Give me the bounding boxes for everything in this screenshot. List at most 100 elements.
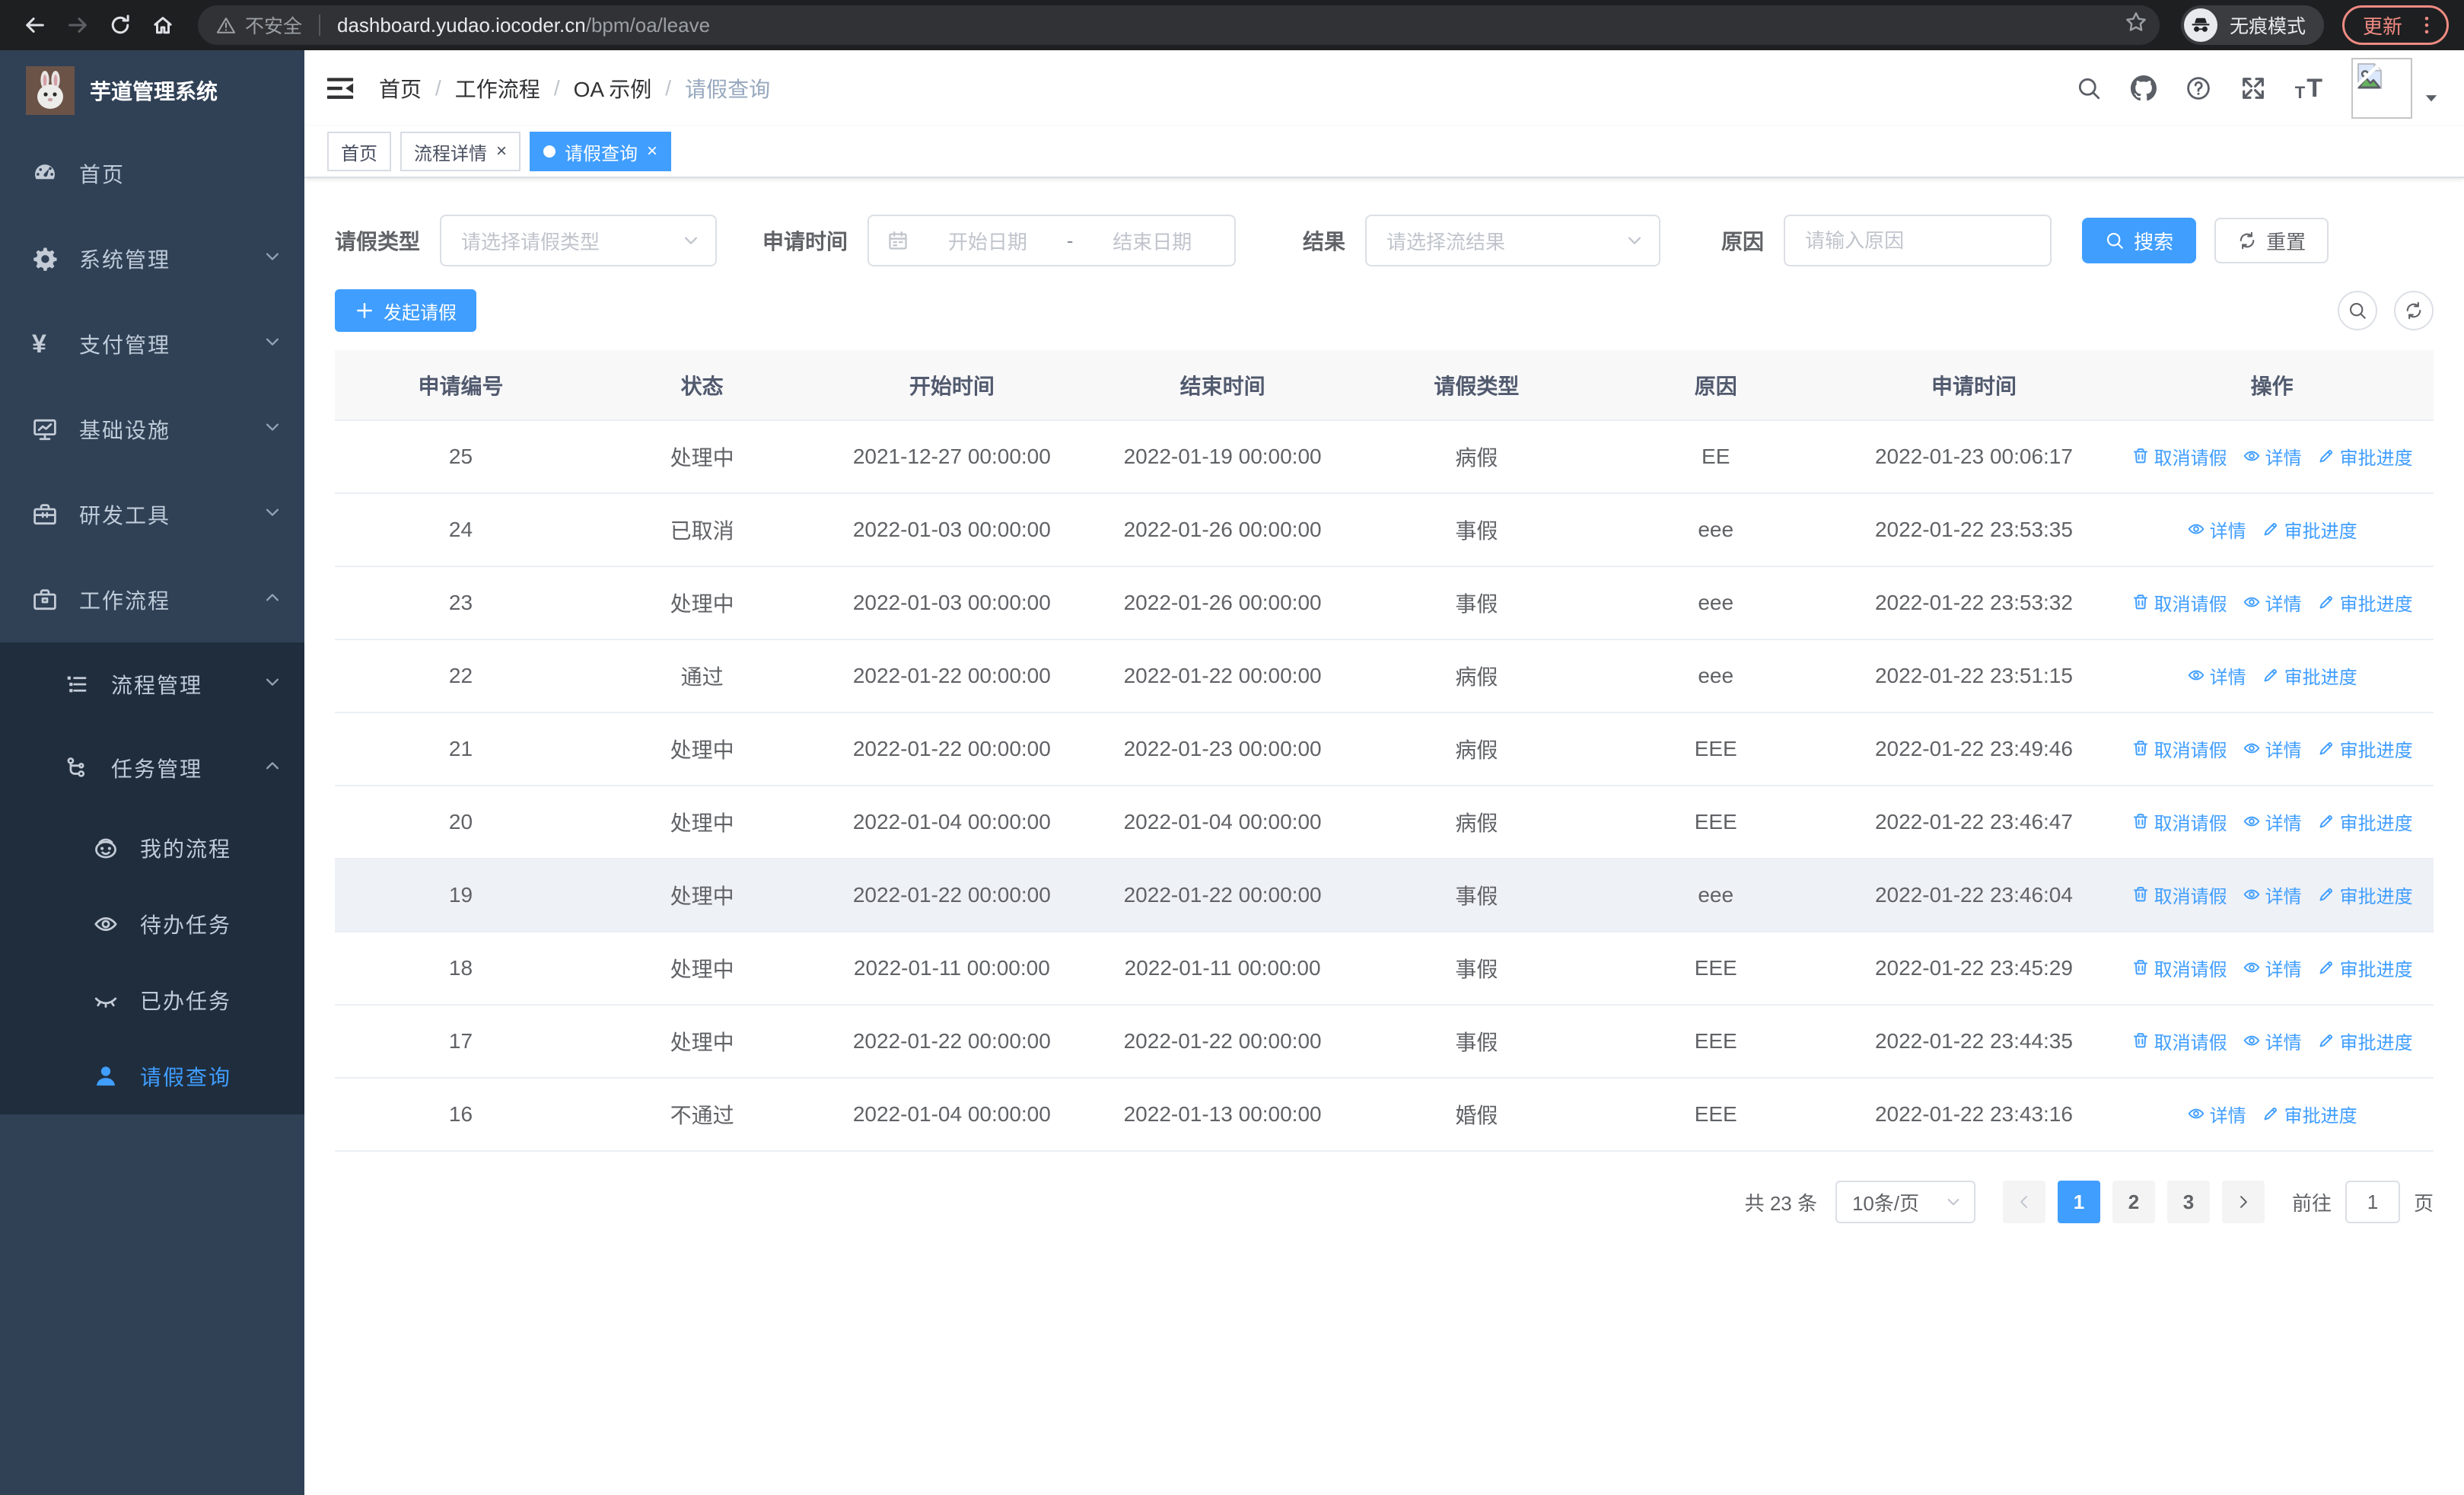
view-icon bbox=[2243, 958, 2261, 977]
table-cell: EEE bbox=[1593, 932, 1838, 1006]
action-progress[interactable]: 审批进度 bbox=[2317, 589, 2413, 616]
page-buttons: 123 bbox=[1997, 1181, 2271, 1223]
sidebar-item[interactable]: 研发工具 bbox=[0, 472, 304, 557]
reset-button[interactable]: 重置 bbox=[2214, 218, 2329, 263]
app-logo-row[interactable]: 芋道管理系统 bbox=[0, 50, 304, 131]
page-number-button[interactable]: 1 bbox=[2057, 1181, 2100, 1223]
table-cell: 处理中 bbox=[586, 566, 818, 640]
create-leave-button[interactable]: 发起请假 bbox=[335, 289, 476, 332]
breadcrumb-item[interactable]: 请假查询 bbox=[685, 73, 770, 104]
sidebar-item[interactable]: 已办任务 bbox=[0, 962, 304, 1038]
edit-icon bbox=[2317, 739, 2335, 757]
result-select[interactable]: 请选择流结果 bbox=[1365, 215, 1661, 266]
action-cancel[interactable]: 取消请假 bbox=[2131, 808, 2227, 835]
fullscreen-icon[interactable] bbox=[2240, 75, 2266, 101]
url-bar[interactable]: 不安全 dashboard.yudao.iocoder.cn/bpm/oa/le… bbox=[198, 5, 2160, 45]
action-cancel[interactable]: 取消请假 bbox=[2131, 735, 2227, 762]
tab[interactable]: 流程详情 × bbox=[400, 132, 521, 171]
action-progress[interactable]: 审批进度 bbox=[2317, 955, 2413, 981]
action-detail[interactable]: 详情 bbox=[2243, 589, 2302, 616]
toggle-search-button[interactable] bbox=[2338, 291, 2377, 330]
sidebar-item[interactable]: 流程管理 bbox=[0, 642, 304, 726]
action-progress[interactable]: 审批进度 bbox=[2317, 1028, 2413, 1054]
search-button[interactable]: 搜索 bbox=[2082, 218, 2197, 263]
sidebar-item[interactable]: 请假查询 bbox=[0, 1038, 304, 1114]
reason-input[interactable] bbox=[1785, 216, 2051, 265]
back-icon[interactable] bbox=[15, 5, 55, 45]
sidebar-item-label: 请假查询 bbox=[140, 1066, 232, 1089]
browser-menu-icon[interactable] bbox=[2416, 14, 2437, 36]
action-detail[interactable]: 详情 bbox=[2243, 955, 2302, 981]
avatar[interactable] bbox=[2351, 58, 2412, 119]
close-icon[interactable]: × bbox=[647, 142, 657, 161]
action-progress[interactable]: 审批进度 bbox=[2262, 516, 2357, 543]
leave-type-select[interactable]: 请选择请假类型 bbox=[440, 215, 718, 266]
trash-icon bbox=[2131, 812, 2150, 830]
action-progress[interactable]: 审批进度 bbox=[2317, 808, 2413, 835]
github-icon[interactable] bbox=[2130, 75, 2157, 101]
refresh-table-button[interactable] bbox=[2394, 291, 2434, 330]
action-detail[interactable]: 详情 bbox=[2187, 1101, 2246, 1127]
action-cancel[interactable]: 取消请假 bbox=[2131, 443, 2227, 470]
sidebar-item[interactable]: 首页 bbox=[0, 131, 304, 216]
action-progress[interactable]: 审批进度 bbox=[2317, 881, 2413, 908]
prev-page-button[interactable] bbox=[2002, 1181, 2045, 1223]
home-icon[interactable] bbox=[143, 5, 183, 45]
page-number-button[interactable]: 2 bbox=[2112, 1181, 2155, 1223]
action-detail[interactable]: 详情 bbox=[2187, 516, 2246, 543]
table-cell: 2022-01-03 00:00:00 bbox=[817, 493, 1087, 567]
sidebar-item[interactable]: 待办任务 bbox=[0, 886, 304, 962]
apply-time-range-picker[interactable]: 开始日期 - 结束日期 bbox=[867, 215, 1237, 266]
action-detail[interactable]: 详情 bbox=[2243, 735, 2302, 762]
security-label: 不安全 bbox=[245, 16, 303, 37]
breadcrumb-item[interactable]: 工作流程 bbox=[455, 73, 540, 104]
search-icon bbox=[2348, 301, 2367, 320]
page-size-select[interactable]: 10条/页 bbox=[1835, 1181, 1975, 1223]
sidebar-item[interactable]: 工作流程 bbox=[0, 557, 304, 642]
end-date-placeholder: 结束日期 bbox=[1113, 230, 1192, 253]
sidebar-item[interactable]: ¥ 支付管理 bbox=[0, 301, 304, 387]
bookmark-star-icon[interactable] bbox=[2125, 11, 2147, 40]
action-cancel[interactable]: 取消请假 bbox=[2131, 955, 2227, 981]
goto-page-input[interactable] bbox=[2345, 1181, 2400, 1223]
breadcrumb-item[interactable]: 首页 bbox=[379, 73, 422, 104]
action-cancel[interactable]: 取消请假 bbox=[2131, 589, 2227, 616]
action-detail[interactable]: 详情 bbox=[2187, 662, 2246, 689]
browser-update-button[interactable]: 更新 bbox=[2341, 5, 2449, 45]
page-number-button[interactable]: 3 bbox=[2166, 1181, 2210, 1223]
table-cell: 2022-01-22 00:00:00 bbox=[817, 639, 1087, 713]
sidebar: 芋道管理系统 首页 系统管理 ¥ 支付管理 基础设施 研发工具 工作流程 流程管… bbox=[0, 50, 304, 1495]
tab[interactable]: 请假查询 × bbox=[530, 132, 672, 171]
table-cell: 22 bbox=[335, 639, 587, 713]
tab[interactable]: 首页 bbox=[327, 132, 391, 171]
action-detail[interactable]: 详情 bbox=[2243, 881, 2302, 908]
sidebar-fold-icon[interactable] bbox=[326, 74, 355, 103]
search-icon[interactable] bbox=[2076, 75, 2102, 101]
font-size-icon[interactable]: TT bbox=[2295, 75, 2322, 101]
sidebar-item[interactable]: 我的流程 bbox=[0, 810, 304, 886]
action-cancel[interactable]: 取消请假 bbox=[2131, 1028, 2227, 1054]
next-page-button[interactable] bbox=[2221, 1181, 2265, 1223]
table-cell: 2022-01-22 00:00:00 bbox=[1086, 859, 1359, 932]
breadcrumb-item[interactable]: OA 示例 bbox=[574, 73, 652, 104]
navbar: 首页 / 工作流程 / OA 示例 / 请假查询 TT bbox=[304, 50, 2464, 126]
close-icon[interactable]: × bbox=[496, 142, 507, 161]
site-security-chip[interactable]: 不安全 bbox=[216, 11, 302, 39]
action-detail[interactable]: 详情 bbox=[2243, 443, 2302, 470]
reload-icon[interactable] bbox=[100, 5, 140, 45]
forward-icon[interactable] bbox=[58, 5, 97, 45]
sidebar-item[interactable]: 任务管理 bbox=[0, 726, 304, 810]
action-progress[interactable]: 审批进度 bbox=[2262, 1101, 2357, 1127]
action-progress[interactable]: 审批进度 bbox=[2317, 735, 2413, 762]
trash-icon bbox=[2131, 447, 2150, 465]
sidebar-item[interactable]: 基础设施 bbox=[0, 387, 304, 472]
caret-down-icon[interactable] bbox=[2423, 90, 2440, 107]
table-cell: 病假 bbox=[1358, 639, 1594, 713]
action-detail[interactable]: 详情 bbox=[2243, 1028, 2302, 1054]
action-cancel[interactable]: 取消请假 bbox=[2131, 881, 2227, 908]
action-progress[interactable]: 审批进度 bbox=[2317, 443, 2413, 470]
action-progress[interactable]: 审批进度 bbox=[2262, 662, 2357, 689]
sidebar-item[interactable]: 系统管理 bbox=[0, 216, 304, 301]
action-detail[interactable]: 详情 bbox=[2243, 808, 2302, 835]
help-icon[interactable] bbox=[2185, 75, 2211, 101]
